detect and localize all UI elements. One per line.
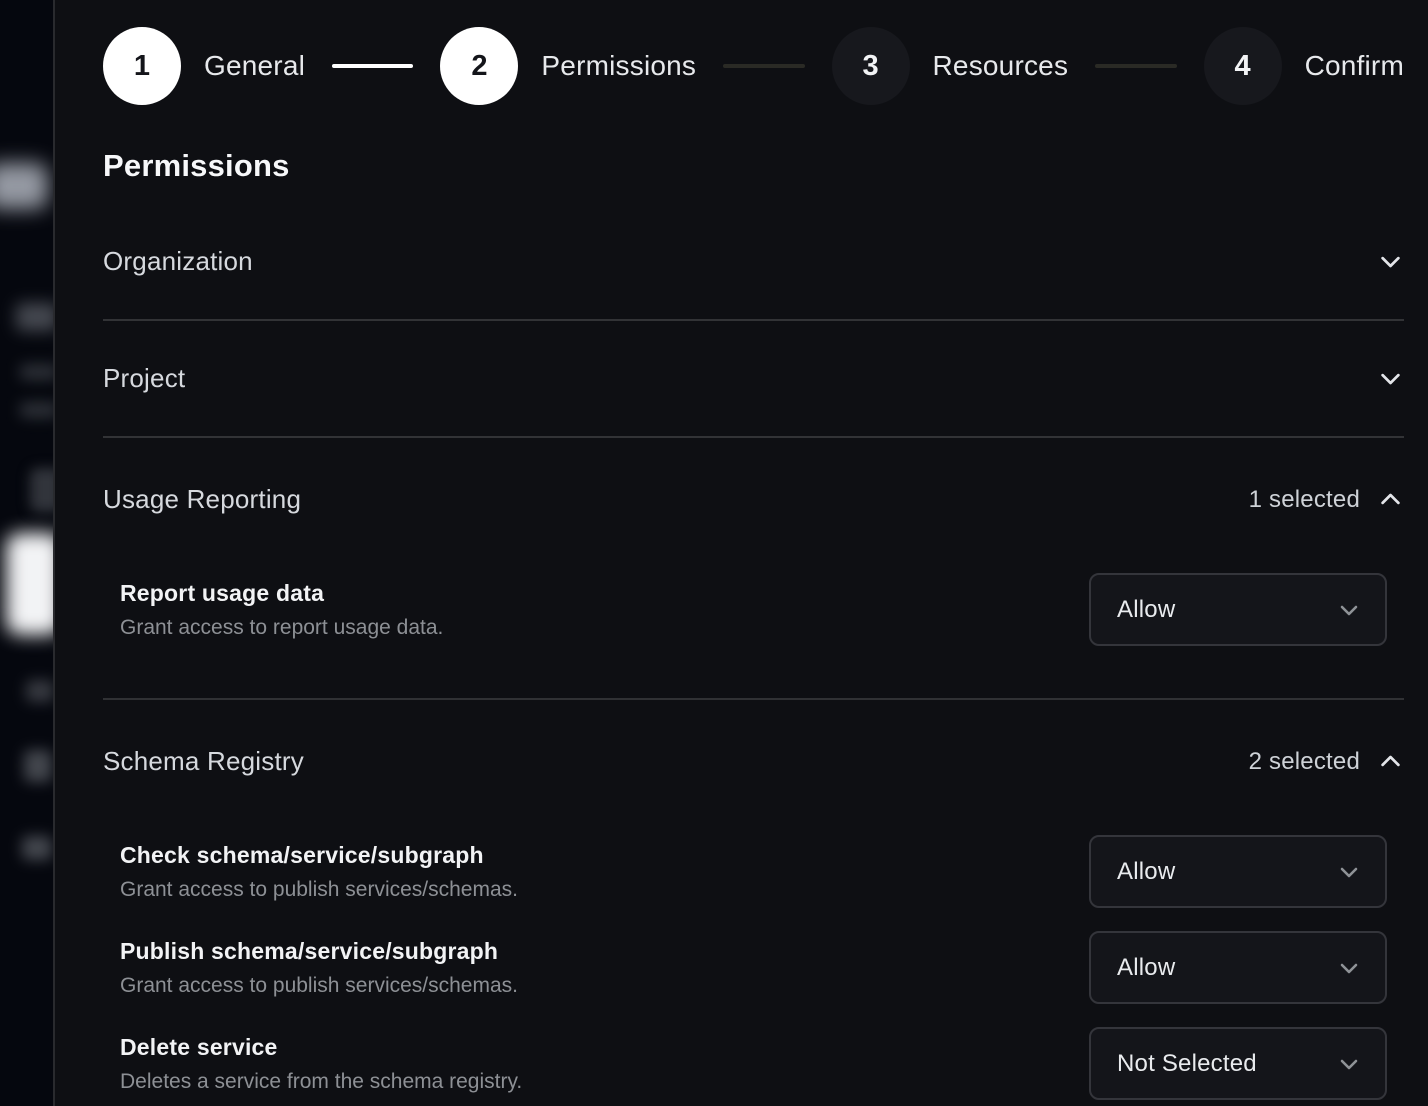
step-connector [1095, 64, 1176, 68]
publish-schema-select[interactable]: Allow [1089, 931, 1387, 1004]
section-project-title: Project [103, 363, 185, 394]
sidebar-blur-selected-item [6, 533, 55, 635]
chevron-down-icon [1337, 860, 1361, 884]
step-confirm-label: Confirm [1305, 50, 1404, 82]
permission-title: Report usage data [120, 579, 443, 607]
permission-description: Grant access to report usage data. [120, 615, 443, 640]
delete-service-select[interactable]: Not Selected [1089, 1027, 1387, 1100]
permission-title: Check schema/service/subgraph [120, 841, 518, 869]
sidebar-blur-blob [20, 402, 55, 418]
selected-count: 2 selected [1249, 748, 1360, 776]
permission-title: Publish schema/service/subgraph [120, 937, 518, 965]
section-project[interactable]: Project [103, 321, 1404, 438]
chevron-up-icon [1377, 748, 1404, 775]
step-confirm[interactable]: 4 Confirm [1204, 27, 1404, 105]
section-usage-reporting-title: Usage Reporting [103, 484, 301, 515]
chevron-down-icon [1337, 956, 1361, 980]
step-resources-number: 3 [832, 27, 910, 105]
wizard-stepper: 1 General 2 Permissions 3 Resources 4 Co… [103, 27, 1404, 105]
step-permissions-number: 2 [440, 27, 518, 105]
step-general[interactable]: 1 General [103, 27, 305, 105]
section-organization[interactable]: Organization [103, 204, 1404, 321]
permission-row-check-schema: Check schema/service/subgraph Grant acce… [103, 835, 1404, 908]
permission-row-publish-schema: Publish schema/service/subgraph Grant ac… [103, 931, 1404, 1004]
permission-title: Delete service [120, 1033, 522, 1061]
permission-text: Delete service Deletes a service from th… [120, 1033, 522, 1094]
select-value: Allow [1117, 596, 1175, 624]
select-value: Not Selected [1117, 1050, 1257, 1078]
sidebar-blur-blob [26, 680, 54, 702]
page-title: Permissions [103, 148, 1404, 184]
chevron-down-icon [1337, 1052, 1361, 1076]
permission-description: Grant access to publish services/schemas… [120, 973, 518, 998]
section-schema-registry[interactable]: Schema Registry 2 selected [103, 700, 1404, 801]
permission-text: Publish schema/service/subgraph Grant ac… [120, 937, 518, 998]
step-general-label: General [204, 50, 305, 82]
section-schema-registry-body: Check schema/service/subgraph Grant acce… [103, 835, 1404, 1100]
chevron-down-icon [1377, 248, 1404, 275]
chevron-down-icon [1377, 365, 1404, 392]
sidebar-blur-blob [22, 836, 52, 860]
step-resources[interactable]: 3 Resources [832, 27, 1069, 105]
sidebar-blur-icon [30, 468, 55, 512]
section-organization-title: Organization [103, 246, 253, 277]
step-connector [723, 64, 804, 68]
step-general-number: 1 [103, 27, 181, 105]
sidebar-blur-blob [16, 303, 55, 331]
section-usage-reporting[interactable]: Usage Reporting 1 selected [103, 438, 1404, 539]
select-value: Allow [1117, 954, 1175, 982]
background-sidebar [0, 0, 55, 1106]
step-permissions[interactable]: 2 Permissions [440, 27, 696, 105]
chevron-down-icon [1337, 598, 1361, 622]
permission-description: Grant access to publish services/schemas… [120, 877, 518, 902]
permission-text: Report usage data Grant access to report… [120, 579, 443, 640]
permission-row-delete-service: Delete service Deletes a service from th… [103, 1027, 1404, 1100]
sidebar-blur-blob [24, 750, 52, 782]
selected-count: 1 selected [1249, 486, 1360, 514]
wizard-panel: 1 General 2 Permissions 3 Resources 4 Co… [57, 0, 1428, 1106]
section-schema-registry-title: Schema Registry [103, 746, 304, 777]
permissions-wizard-page: { "stepper": { "steps": [ { "number": "1… [0, 0, 1428, 1106]
section-schema-registry-summary: 2 selected [1249, 748, 1404, 776]
step-permissions-label: Permissions [541, 50, 696, 82]
chevron-up-icon [1377, 486, 1404, 513]
section-usage-reporting-body: Report usage data Grant access to report… [103, 573, 1404, 700]
sidebar-blur-blob [20, 364, 55, 380]
step-connector [332, 64, 413, 68]
step-resources-label: Resources [933, 50, 1069, 82]
step-confirm-number: 4 [1204, 27, 1282, 105]
permission-sections: Organization Project Usage Reporting 1 s… [103, 204, 1404, 1100]
report-usage-data-select[interactable]: Allow [1089, 573, 1387, 646]
permission-row-report-usage-data: Report usage data Grant access to report… [103, 573, 1404, 646]
permission-description: Deletes a service from the schema regist… [120, 1069, 522, 1094]
check-schema-select[interactable]: Allow [1089, 835, 1387, 908]
section-usage-reporting-summary: 1 selected [1249, 486, 1404, 514]
permission-text: Check schema/service/subgraph Grant acce… [120, 841, 518, 902]
select-value: Allow [1117, 858, 1175, 886]
sidebar-blur-blob [0, 163, 48, 209]
